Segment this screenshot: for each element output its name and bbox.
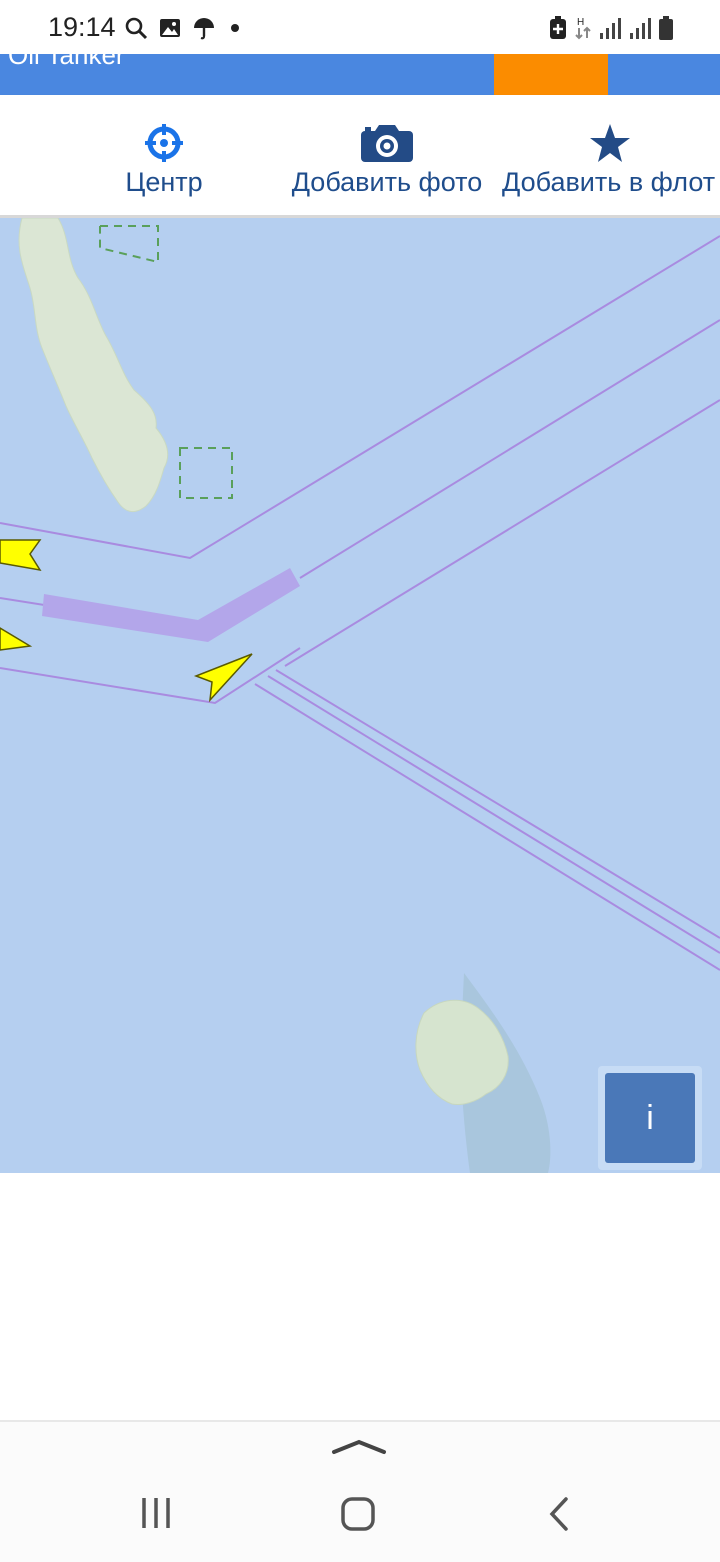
search-icon: [125, 17, 148, 40]
orange-tab[interactable]: [494, 54, 608, 95]
home-icon[interactable]: [340, 1496, 376, 1532]
star-icon: [590, 124, 630, 162]
data-arrows-icon: H: [575, 17, 591, 40]
map-view[interactable]: i: [0, 218, 720, 1173]
battery-icon: [659, 16, 673, 40]
title-strip: Oil Tanker: [0, 54, 720, 95]
vessel-title: Oil Tanker: [8, 54, 125, 70]
status-icons-left: [124, 14, 244, 42]
navigation-bar: [0, 1420, 720, 1562]
status-bar: 19:14 H: [0, 0, 720, 54]
chevron-up-icon[interactable]: [330, 1436, 388, 1456]
svg-text:H: H: [577, 17, 584, 28]
info-button[interactable]: i: [598, 1066, 702, 1170]
center-label: Центр: [125, 167, 203, 197]
action-bar: Центр Добавить фото Добавить в флот: [0, 95, 720, 218]
add-photo-button[interactable]: Добавить фото: [288, 95, 486, 215]
vessel-marker[interactable]: [0, 539, 42, 572]
add-to-fleet-label: Добавить в флот: [502, 167, 716, 197]
signal-icon: [630, 18, 651, 39]
status-icons-right: H: [548, 14, 674, 42]
vessel-marker[interactable]: [0, 627, 33, 651]
add-photo-label: Добавить фото: [291, 167, 483, 197]
info-label: i: [605, 1073, 695, 1163]
dashed-zone-east: [179, 447, 233, 499]
image-icon: [160, 19, 180, 37]
camera-icon: [361, 125, 413, 162]
dot-icon: [231, 24, 239, 32]
add-to-fleet-button[interactable]: Добавить в флот: [500, 95, 720, 215]
recent-apps-icon[interactable]: [138, 1496, 174, 1530]
crosshair-icon: [145, 124, 183, 162]
vessel-marker[interactable]: [193, 653, 253, 703]
battery-saver-icon: [550, 16, 566, 39]
center-button[interactable]: Центр: [74, 95, 254, 215]
status-time: 19:14: [48, 12, 116, 42]
island-north: [18, 218, 169, 512]
back-icon[interactable]: [546, 1496, 572, 1532]
signal-icon: [600, 18, 621, 39]
separation-zone: [42, 568, 300, 642]
map-canvas: [0, 218, 720, 1173]
umbrella-icon: [194, 18, 214, 40]
dashed-zone-north: [99, 225, 159, 264]
